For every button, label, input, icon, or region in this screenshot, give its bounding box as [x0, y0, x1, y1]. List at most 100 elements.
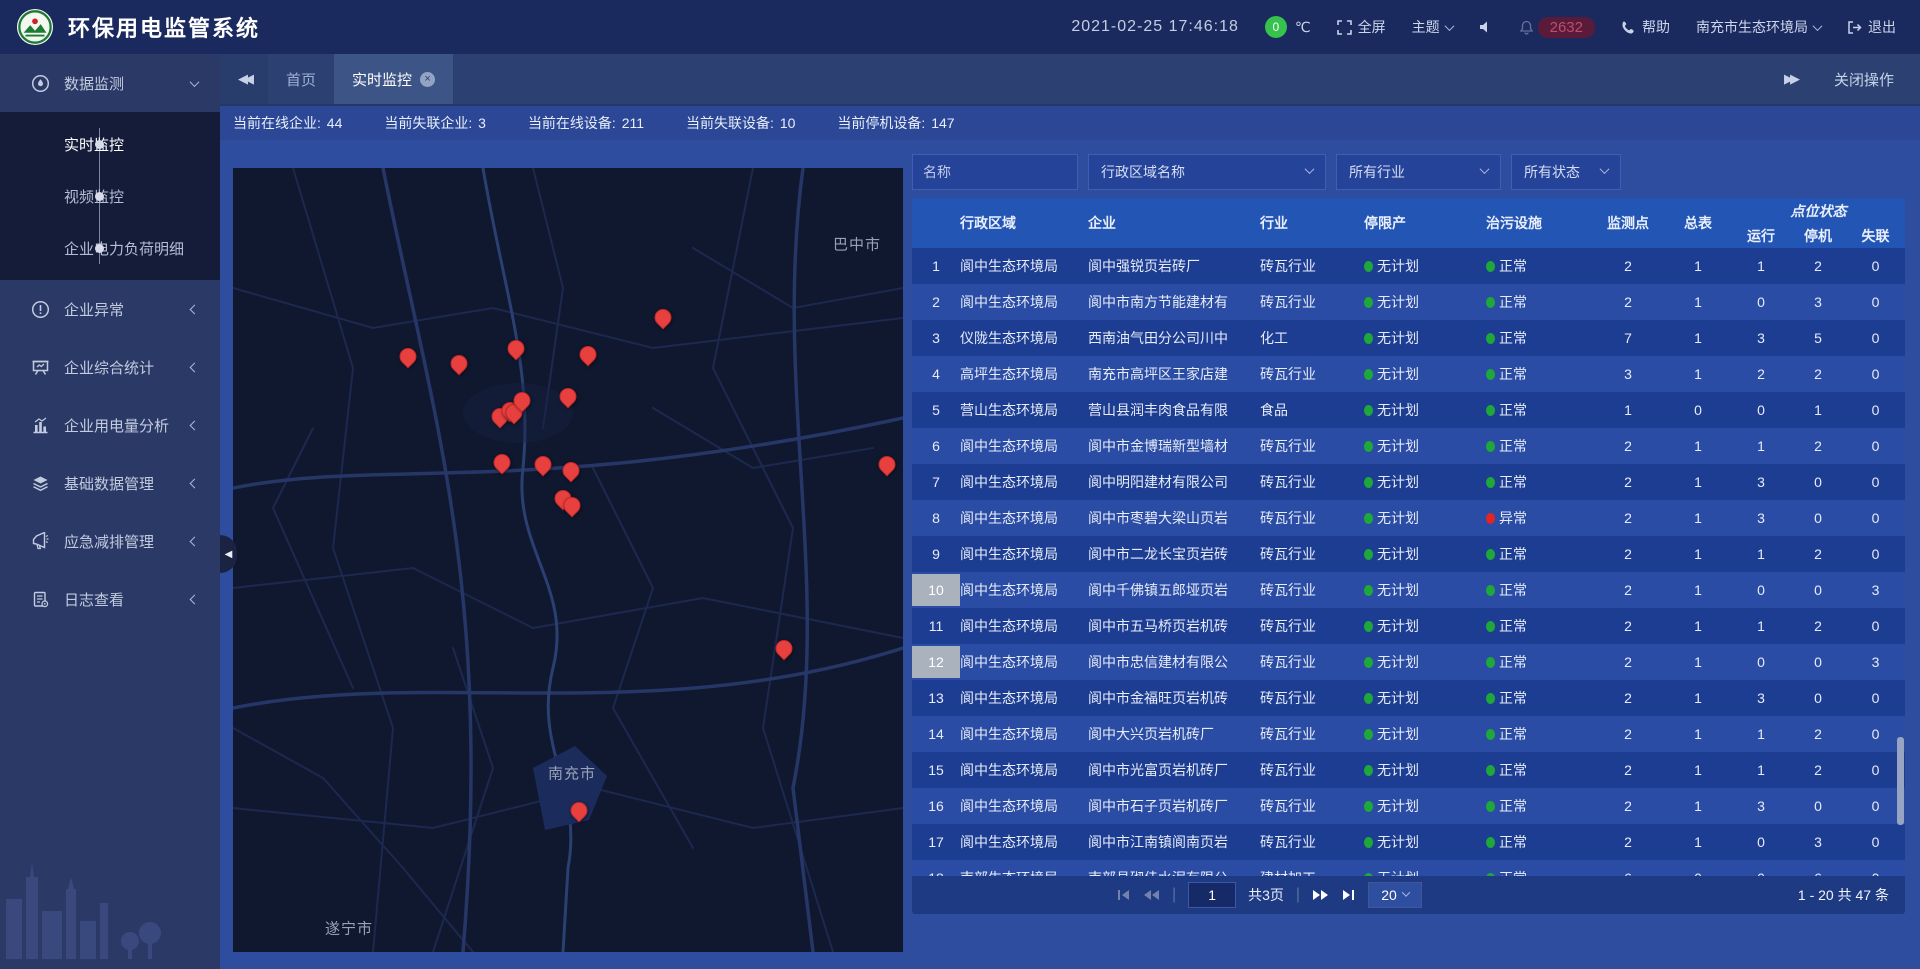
status-dot: [1364, 585, 1373, 596]
sound-mute-button[interactable]: [1479, 20, 1493, 34]
chevron-down-icon: [1600, 164, 1610, 174]
table-row[interactable]: 6阆中生态环境局阆中市金博瑞新型墙材砖瓦行业无计划正常21120: [912, 428, 1905, 464]
cell-index: 17: [912, 824, 960, 860]
temperature-widget: 0 ℃: [1265, 16, 1311, 38]
temperature-value: 0: [1265, 16, 1287, 38]
theme-dropdown[interactable]: 主题: [1412, 17, 1453, 37]
map-pin[interactable]: [567, 798, 591, 822]
cell-region: 阆中生态环境局: [960, 572, 1088, 608]
map-pin[interactable]: [875, 452, 899, 476]
sidebar-subitem[interactable]: 视频监控: [0, 170, 220, 222]
status-text: 无计划: [1377, 402, 1419, 418]
tab-realtime-monitor[interactable]: 实时监控 ×: [334, 54, 453, 104]
page-number-input[interactable]: [1188, 882, 1236, 908]
tab-home[interactable]: 首页: [268, 54, 334, 104]
fullscreen-button[interactable]: 全屏: [1337, 17, 1386, 37]
map-canvas[interactable]: 巴中市南充市遂宁市: [233, 168, 903, 952]
cell-running: 3: [1732, 680, 1790, 716]
cell-facility-status: 正常: [1486, 284, 1592, 320]
sidebar-item[interactable]: 企业综合统计: [0, 338, 220, 396]
sidebar-subitem[interactable]: 企业电力负荷明细: [0, 222, 220, 274]
notifications-button[interactable]: 2632: [1519, 17, 1595, 38]
prev-page-icon: [1143, 888, 1160, 902]
tabs-scroll-left-button[interactable]: ◀◀: [220, 54, 268, 104]
enterprise-table: 行政区域 企业 行业 停限产 治污设施 监测点 总表 点位状态 运行: [912, 198, 1905, 876]
table-row[interactable]: 18南部生态环境局南部县砌佳水泥有限公建材加工无计划正常60060: [912, 860, 1905, 876]
table-row[interactable]: 9阆中生态环境局阆中市二龙长宝页岩砖砖瓦行业无计划正常21120: [912, 536, 1905, 572]
status-text: 无计划: [1377, 546, 1419, 562]
table-row[interactable]: 10阆中生态环境局阆中千佛镇五郎垭页岩砖瓦行业无计划正常21003: [912, 572, 1905, 608]
col-stopped: 停机: [1790, 223, 1846, 248]
map-pin[interactable]: [531, 452, 555, 476]
sidebar-subitem[interactable]: 实时监控: [0, 118, 220, 170]
table-row[interactable]: 16阆中生态环境局阆中市石子页岩机砖厂砖瓦行业无计划正常21300: [912, 788, 1905, 824]
table-row[interactable]: 1阆中生态环境局阆中强锐页岩砖厂砖瓦行业无计划正常21120: [912, 248, 1905, 284]
table-row[interactable]: 5营山生态环境局营山县润丰肉食品有限食品无计划正常10010: [912, 392, 1905, 428]
sidebar-item[interactable]: 基础数据管理: [0, 454, 220, 512]
map-pin[interactable]: [576, 342, 600, 366]
last-page-button[interactable]: [1341, 888, 1356, 902]
sidebar-item-label: 应急减排管理: [64, 531, 191, 552]
map-pin[interactable]: [651, 305, 675, 329]
next-page-button[interactable]: [1312, 888, 1329, 902]
map-pin[interactable]: [556, 384, 580, 408]
table-row[interactable]: 15阆中生态环境局阆中市光富页岩机砖厂砖瓦行业无计划正常21120: [912, 752, 1905, 788]
double-right-arrow-icon[interactable]: ▶▶: [1784, 71, 1796, 87]
map-pin[interactable]: [396, 344, 420, 368]
page-size-select[interactable]: 20: [1368, 882, 1422, 908]
status-text: 正常: [1499, 834, 1527, 850]
table-row[interactable]: 17阆中生态环境局阆中市江南镇阆南页岩砖瓦行业无计划正常21030: [912, 824, 1905, 860]
cell-meters: 1: [1664, 284, 1732, 320]
status-dot: [1364, 549, 1373, 560]
industry-filter-select[interactable]: 所有行业: [1336, 154, 1501, 190]
stat-item: 当前失联企业: 3: [384, 113, 486, 133]
table-row[interactable]: 8阆中生态环境局阆中市枣碧大梁山页岩砖瓦行业无计划异常21300: [912, 500, 1905, 536]
sidebar-item[interactable]: 应急减排管理: [0, 512, 220, 570]
map-pin[interactable]: [559, 458, 583, 482]
row-index: 2: [922, 286, 950, 318]
sidebar-item[interactable]: 数据监测: [0, 54, 220, 112]
table-row[interactable]: 12阆中生态环境局阆中市忠信建材有限公砖瓦行业无计划正常21003: [912, 644, 1905, 680]
chevron-left-icon: [190, 420, 200, 430]
cell-company: 营山县润丰肉食品有限: [1088, 392, 1260, 428]
table-row[interactable]: 11阆中生态环境局阆中市五马桥页岩机砖砖瓦行业无计划正常21120: [912, 608, 1905, 644]
table-row[interactable]: 3仪陇生态环境局西南油气田分公司川中化工无计划正常71350: [912, 320, 1905, 356]
first-page-button[interactable]: [1116, 888, 1131, 902]
help-button[interactable]: 帮助: [1621, 17, 1670, 37]
table-row[interactable]: 4高坪生态环境局南充市高坪区王家店建砖瓦行业无计划正常31220: [912, 356, 1905, 392]
table-row[interactable]: 14阆中生态环境局阆中大兴页岩机砖厂砖瓦行业无计划正常21120: [912, 716, 1905, 752]
cell-monitor-points: 2: [1592, 284, 1664, 320]
table-row[interactable]: 7阆中生态环境局阆中明阳建材有限公司砖瓦行业无计划正常21300: [912, 464, 1905, 500]
close-operations-dropdown[interactable]: 关闭操作: [1834, 69, 1894, 90]
layers-icon: [30, 473, 50, 493]
region-filter-select[interactable]: 行政区域名称: [1088, 154, 1326, 190]
row-index: 4: [922, 358, 950, 390]
chevron-down-icon: [1402, 888, 1410, 896]
cell-monitor-points: 2: [1592, 536, 1664, 572]
table-row[interactable]: 13阆中生态环境局阆中市金福旺页岩机砖砖瓦行业无计划正常21300: [912, 680, 1905, 716]
sidebar-item[interactable]: 企业用电量分析: [0, 396, 220, 454]
status-filter-select[interactable]: 所有状态: [1511, 154, 1621, 190]
prev-page-button[interactable]: [1143, 888, 1160, 902]
name-filter-input[interactable]: [912, 154, 1078, 190]
sidebar-item[interactable]: 日志查看: [0, 570, 220, 628]
logout-button[interactable]: 退出: [1847, 17, 1896, 37]
status-text: 无计划: [1377, 474, 1419, 490]
close-tab-icon[interactable]: ×: [420, 72, 435, 87]
cell-index: 7: [912, 464, 960, 500]
cell-region: 阆中生态环境局: [960, 716, 1088, 752]
sidebar-item[interactable]: 企业异常: [0, 280, 220, 338]
org-dropdown[interactable]: 南充市生态环境局: [1696, 17, 1821, 37]
map-pin[interactable]: [447, 351, 471, 375]
map-pin[interactable]: [504, 336, 528, 360]
status-text: 正常: [1499, 402, 1527, 418]
chevron-left-icon: [190, 594, 200, 604]
cell-stopped: 2: [1790, 608, 1846, 644]
map-pin[interactable]: [772, 636, 796, 660]
status-dot: [1486, 333, 1495, 344]
table-scrollbar-thumb[interactable]: [1897, 737, 1904, 825]
double-left-arrow-icon: ◀◀: [238, 71, 250, 87]
table-row[interactable]: 2阆中生态环境局阆中市南方节能建材有砖瓦行业无计划正常21030: [912, 284, 1905, 320]
status-text: 无计划: [1377, 762, 1419, 778]
map-pin[interactable]: [490, 450, 514, 474]
